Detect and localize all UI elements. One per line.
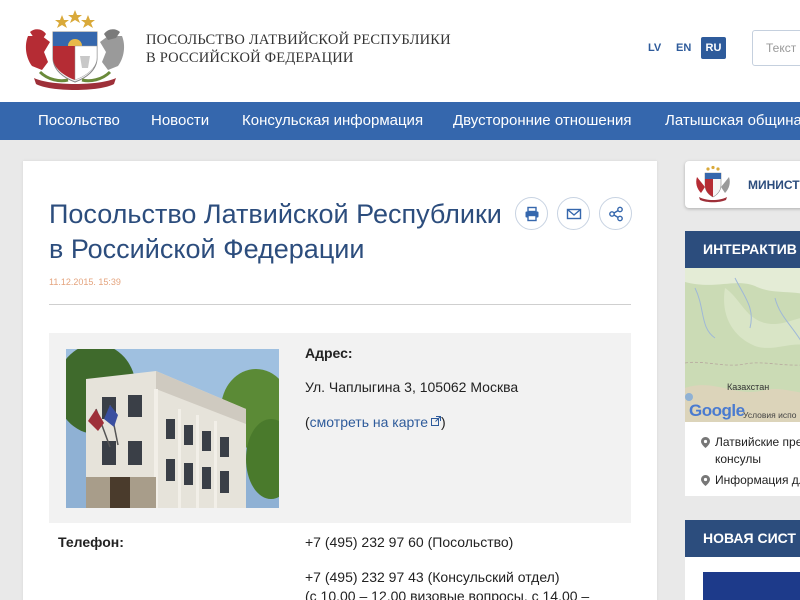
article-card: Посольство Латвийской Республики в Росси… <box>23 161 657 600</box>
map-link-close-paren: ) <box>441 414 446 430</box>
lang-ru[interactable]: RU <box>701 37 726 59</box>
new-system-banner[interactable] <box>703 572 800 600</box>
map-label-kazakhstan: Казахстан <box>727 382 770 392</box>
phone-hours: (с 10.00 – 12.00 визовые вопросы, с 14.0… <box>305 588 590 600</box>
nav-item-bilateral[interactable]: Двусторонние отношения <box>453 102 631 140</box>
map-link-line: (смотреть на карте) <box>305 414 446 430</box>
phone-consular[interactable]: +7 (495) 232 97 43 (Консульский отдел) <box>305 569 560 585</box>
phone-label: Телефон: <box>58 534 124 550</box>
map-legend-item-line1: Латвийские пре <box>715 435 800 449</box>
map-terms[interactable]: Условия испо <box>743 410 796 420</box>
search-input[interactable]: Текст <box>752 30 800 66</box>
site-title-line1: ПОСОЛЬСТВО ЛАТВИЙСКОЙ РЕСПУБЛИКИ <box>146 32 451 48</box>
map-image <box>685 268 800 422</box>
ministry-coat-of-arms-icon <box>696 165 730 203</box>
nav-item-consular[interactable]: Консульская информация <box>242 102 423 140</box>
map-link[interactable]: смотреть на карте <box>310 414 428 430</box>
publish-date: 11.12.2015. 15:39 <box>49 277 121 287</box>
lang-lv[interactable]: LV <box>648 37 661 59</box>
email-button[interactable] <box>557 197 590 230</box>
lang-en[interactable]: EN <box>676 37 691 59</box>
nav-item-news[interactable]: Новости <box>151 102 209 140</box>
share-icon <box>609 206 623 222</box>
page-title-line1: Посольство Латвийской Республики <box>49 199 502 229</box>
site-title[interactable]: ПОСОЛЬСТВО ЛАТВИЙСКОЙ РЕСПУБЛИКИ В РОССИ… <box>146 31 451 67</box>
embassy-building-photo <box>66 349 279 508</box>
main-nav: Посольство Новости Консульская информаци… <box>0 102 800 140</box>
ministry-link[interactable]: МИНИСТЕ <box>685 161 800 208</box>
phone-embassy[interactable]: +7 (495) 232 97 60 (Посольство) <box>305 534 513 550</box>
print-icon <box>525 206 539 222</box>
location-pin-icon <box>701 475 710 486</box>
page-title-line2: в Российской Федерации <box>49 234 365 264</box>
ministry-label: МИНИСТЕ <box>748 178 800 192</box>
map-legend-item-line1: Информация дл <box>715 473 800 487</box>
site-header: ПОСОЛЬСТВО ЛАТВИЙСКОЙ РЕСПУБЛИКИ В РОССИ… <box>0 0 800 102</box>
coat-of-arms-logo[interactable] <box>20 6 130 94</box>
map-legend-item-consuls[interactable]: Латвийские пре консулы <box>701 434 800 468</box>
interactive-map[interactable]: Казахстан Google Условия испо <box>685 268 800 422</box>
location-pin-icon <box>701 437 710 448</box>
page-title: Посольство Латвийской Республики в Росси… <box>49 197 509 267</box>
share-button[interactable] <box>599 197 632 230</box>
divider <box>49 304 631 305</box>
google-logo: Google <box>689 401 745 420</box>
map-legend-item-line2: консулы <box>715 452 762 466</box>
address-block: Адрес: Ул. Чаплыгина 3, 105062 Москва (с… <box>49 333 631 523</box>
address-value: Ул. Чаплыгина 3, 105062 Москва <box>305 379 519 395</box>
print-button[interactable] <box>515 197 548 230</box>
map-legend-item-info[interactable]: Информация дл <box>701 472 800 489</box>
address-label: Адрес: <box>305 345 353 361</box>
nav-item-community[interactable]: Латышская община <box>665 102 800 140</box>
site-title-line2: В РОССИЙСКОЙ ФЕДЕРАЦИИ <box>146 50 354 66</box>
new-system-heading: НОВАЯ СИСТ <box>685 520 800 557</box>
interactive-map-widget: ИНТЕРАКТИВ Казахстан Google Условия испо… <box>685 231 800 496</box>
external-link-icon <box>431 416 442 426</box>
new-system-widget: НОВАЯ СИСТ <box>685 520 800 600</box>
interactive-map-heading: ИНТЕРАКТИВ <box>685 231 800 268</box>
mail-icon <box>566 208 582 220</box>
nav-item-embassy[interactable]: Посольство <box>38 102 120 140</box>
